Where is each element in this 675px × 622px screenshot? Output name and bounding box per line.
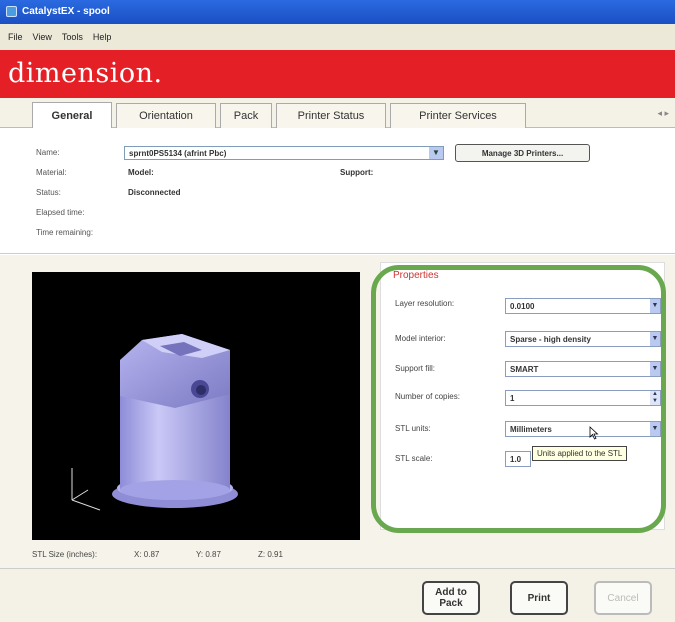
status-value: Disconnected [128,188,181,197]
chevron-down-icon[interactable]: ▼ [429,147,443,159]
stl-size-z: Z: 0.91 [258,550,283,559]
stl-units-select[interactable]: Millimeters ▼ [505,421,661,437]
stl-size-y: Y: 0.87 [196,550,221,559]
copies-value: 1 [510,394,515,403]
support-fill-value: SMART [510,365,539,374]
brand-banner: dimension. [0,50,675,98]
stl-size-label: STL Size (inches): [32,550,98,559]
menu-tools[interactable]: Tools [62,32,83,42]
menu-file[interactable]: File [8,32,23,42]
printer-name-value: sprnt0PS5134 (afrint Pbc) [129,149,227,158]
cancel-button[interactable]: Cancel [594,581,652,615]
material-label: Material: [36,168,67,177]
stl-units-label: STL units: [395,424,431,433]
stl-size-x: X: 0.87 [134,550,160,559]
support-fill-label: Support fill: [395,364,436,373]
printer-name-select[interactable]: sprnt0PS5134 (afrint Pbc) ▼ [124,146,444,160]
chevron-down-icon[interactable]: ▼ [650,299,660,313]
layer-resolution-value: 0.0100 [510,302,535,311]
elapsed-time-label: Elapsed time: [36,208,85,217]
layer-resolution-label: Layer resolution: [395,299,455,308]
stl-scale-label: STL scale: [395,454,433,463]
layer-resolution-select[interactable]: 0.0100 ▼ [505,298,661,314]
tab-scroll-arrow-icon[interactable]: ◂ ▸ [657,108,669,119]
print-button[interactable]: Print [510,581,568,615]
model-interior-label: Model interior: [395,334,446,343]
stepper-arrows-icon[interactable]: ▲ ▼ [650,391,660,405]
manage-printers-button[interactable]: Manage 3D Printers... [455,144,590,162]
name-label: Name: [36,148,60,157]
window-titlebar: CatalystEX - spool [0,0,675,24]
time-remaining-label: Time remaining: [36,228,94,237]
model-interior-value: Sparse - high density [510,335,591,344]
material-value: Model: [128,168,154,177]
mouse-pointer-icon [589,426,599,440]
chevron-down-icon[interactable]: ▼ [650,422,660,436]
copies-stepper[interactable]: 1 ▲ ▼ [505,390,661,406]
dimension-logo: dimension. [8,58,163,89]
stl-units-value: Millimeters [510,425,552,434]
action-bar [0,568,675,622]
add-to-pack-button[interactable]: Add to Pack [422,581,480,615]
tab-general[interactable]: General [32,102,112,128]
menu-view[interactable]: View [33,32,52,42]
tab-printer-status[interactable]: Printer Status [276,103,386,128]
stl-scale-input[interactable]: 1.0 [505,451,531,467]
copies-label: Number of copies: [395,392,460,401]
model-interior-select[interactable]: Sparse - high density ▼ [505,331,661,347]
support-label: Support: [340,168,374,177]
menu-bar: File View Tools Help [0,24,675,50]
stl-units-tooltip: Units applied to the STL [532,446,628,461]
spool-model-render [71,334,238,511]
stl-scale-value: 1.0 [510,455,522,464]
app-icon [6,6,17,17]
tab-orientation[interactable]: Orientation [116,103,216,128]
chevron-down-icon[interactable]: ▼ [650,362,660,376]
window-title: CatalystEX - spool [22,6,110,17]
chevron-down-icon[interactable]: ▼ [650,332,660,346]
tab-printer-services[interactable]: Printer Services [390,103,526,128]
tab-pack[interactable]: Pack [220,103,272,128]
model-viewport[interactable] [32,272,360,540]
tab-strip: General Orientation Pack Printer Status … [0,98,675,128]
status-label: Status: [36,188,61,197]
menu-help[interactable]: Help [93,32,112,42]
support-fill-select[interactable]: SMART ▼ [505,361,661,377]
properties-title: Properties [393,270,439,281]
